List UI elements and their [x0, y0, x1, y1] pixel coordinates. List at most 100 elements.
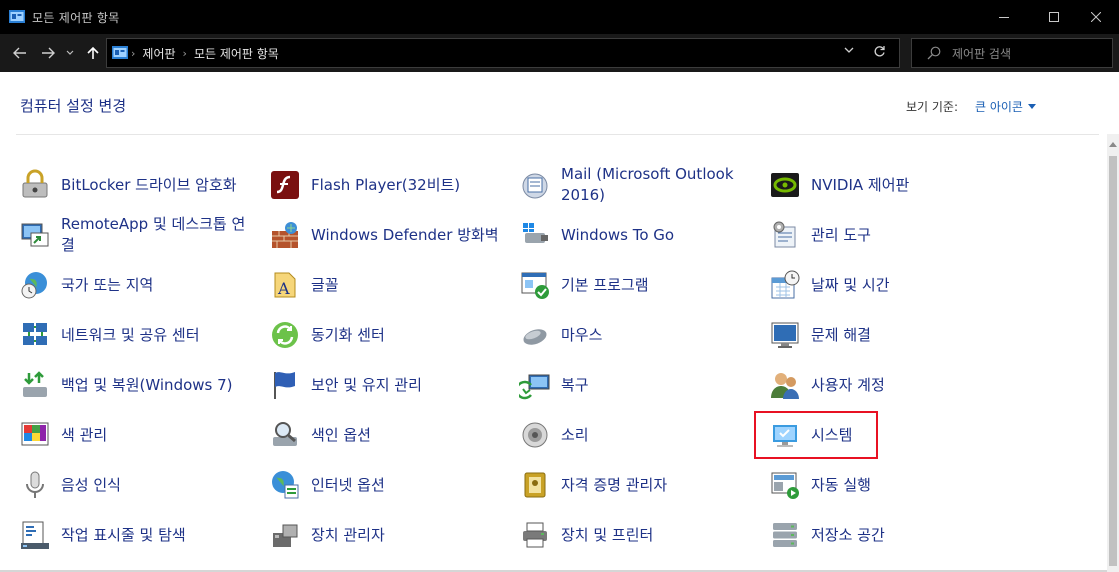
breadcrumb-all-items[interactable]: 모든 제어판 항목: [194, 45, 279, 62]
control-panel-item-user-accounts[interactable]: 사용자 계정: [768, 363, 1008, 407]
control-panel-item-label: 보안 및 유지 관리: [311, 375, 422, 394]
default-programs-icon: [518, 268, 552, 302]
up-button[interactable]: [82, 43, 104, 63]
device-manager-icon: [268, 518, 302, 552]
scroll-up-arrow-icon[interactable]: [1109, 142, 1117, 147]
control-panel-item-remoteapp[interactable]: RemoteApp 및 데스크톱 연결: [18, 213, 258, 257]
control-panel-item-firewall[interactable]: Windows Defender 방화벽: [268, 213, 508, 257]
control-panel-item-label: Windows Defender 방화벽: [311, 225, 499, 244]
control-panel-item-speech[interactable]: 음성 인식: [18, 463, 258, 507]
control-panel-item-bitlocker[interactable]: BitLocker 드라이브 암호화: [18, 163, 258, 207]
vertical-scrollbar[interactable]: [1107, 134, 1119, 572]
control-panel-item-mail[interactable]: Mail (Microsoft Outlook 2016): [518, 163, 758, 207]
control-panel-item-label: 저장소 공간: [811, 525, 885, 544]
control-panel-item-internet-options[interactable]: 인터넷 옵션: [268, 463, 508, 507]
caret-down-icon: [1027, 104, 1036, 109]
control-panel-item-label: BitLocker 드라이브 암호화: [61, 175, 237, 194]
address-bar[interactable]: › 제어판 › 모든 제어판 항목: [106, 38, 900, 68]
control-panel-item-label: 관리 도구: [811, 225, 871, 244]
control-panel-item-backup[interactable]: 백업 및 복원(Windows 7): [18, 363, 258, 407]
control-panel-item-autoplay[interactable]: 자동 실행: [768, 463, 1008, 507]
date-time-icon: [768, 268, 802, 302]
search-placeholder: 제어판 검색: [952, 47, 1012, 61]
control-panel-item-label: 자동 실행: [811, 475, 871, 494]
control-panel-item-taskbar[interactable]: 작업 표시줄 및 탐색: [18, 513, 258, 557]
mail-icon: [518, 168, 552, 202]
remoteapp-icon: [18, 218, 52, 252]
security-flag-icon: [268, 368, 302, 402]
control-panel-item-color-management[interactable]: 색 관리: [18, 413, 258, 457]
control-panel-item-windows-to-go[interactable]: Windows To Go: [518, 213, 758, 257]
control-panel-item-fonts[interactable]: A 글꼴: [268, 263, 508, 307]
internet-options-icon: [268, 468, 302, 502]
control-panel-item-label: NVIDIA 제어판: [811, 175, 910, 194]
up-arrow-icon: [87, 46, 99, 59]
control-panel-item-credential-manager[interactable]: 자격 증명 관리자: [518, 463, 758, 507]
control-panel-item-sync-center[interactable]: 동기화 센터: [268, 313, 508, 357]
sync-center-icon: [268, 318, 302, 352]
control-panel-item-label: 시스템: [811, 425, 853, 444]
refresh-icon[interactable]: [873, 45, 886, 58]
breadcrumb-control-panel[interactable]: 제어판: [142, 45, 175, 62]
forward-button[interactable]: [37, 43, 59, 63]
close-button[interactable]: [1073, 0, 1119, 34]
search-box[interactable]: 제어판 검색: [911, 38, 1113, 68]
printer-icon: [518, 518, 552, 552]
control-panel-item-flash-player[interactable]: Flash Player(32비트): [268, 163, 508, 207]
storage-spaces-icon: [768, 518, 802, 552]
bitlocker-icon: [18, 168, 52, 202]
control-panel-item-printer[interactable]: 장치 및 프린터: [518, 513, 758, 557]
control-panel-item-system[interactable]: 시스템: [768, 413, 1008, 457]
control-panel-item-label: 장치 관리자: [311, 525, 385, 544]
back-button[interactable]: [9, 43, 31, 63]
navigation-bar: › 제어판 › 모든 제어판 항목 제어판 검색: [0, 34, 1119, 72]
control-panel-item-indexing[interactable]: 색인 옵션: [268, 413, 508, 457]
control-panel-item-storage-spaces[interactable]: 저장소 공간: [768, 513, 1008, 557]
control-panel-item-nvidia[interactable]: NVIDIA 제어판: [768, 163, 1008, 207]
control-panel-item-security-flag[interactable]: 보안 및 유지 관리: [268, 363, 508, 407]
recent-locations-button[interactable]: [63, 43, 77, 63]
control-panel-item-recovery[interactable]: 복구: [518, 363, 758, 407]
control-panel-item-label: 복구: [561, 375, 589, 394]
control-panel-item-troubleshooting[interactable]: 문제 해결: [768, 313, 1008, 357]
control-panel-item-label: 사용자 계정: [811, 375, 885, 394]
control-panel-item-label: 글꼴: [311, 275, 339, 294]
title-bar: 모든 제어판 항목: [0, 0, 1119, 34]
system-icon: [768, 418, 802, 452]
control-panel-item-mouse[interactable]: 마우스: [518, 313, 758, 357]
backup-icon: [18, 368, 52, 402]
control-panel-item-region[interactable]: 국가 또는 지역: [18, 263, 258, 307]
control-panel-item-network[interactable]: 네트워크 및 공유 센터: [18, 313, 258, 357]
control-panel-item-label: 장치 및 프린터: [561, 525, 654, 544]
nvidia-icon: [768, 168, 802, 202]
address-dropdown-icon[interactable]: [844, 47, 854, 54]
maximize-icon: [1049, 12, 1059, 22]
control-panel-item-default-programs[interactable]: 기본 프로그램: [518, 263, 758, 307]
maximize-button[interactable]: [1031, 0, 1077, 34]
content-pane: 컴퓨터 설정 변경 보기 기준: 큰 아이콘 BitLocker 드라이브 암호…: [0, 72, 1107, 572]
control-panel-item-label: RemoteApp 및 데스크톱 연결: [61, 215, 246, 254]
header-divider: [16, 134, 1099, 135]
control-panel-item-admin-tools[interactable]: 관리 도구: [768, 213, 1008, 257]
view-by-label: 보기 기준:: [906, 100, 959, 114]
control-panel-item-date-time[interactable]: 날짜 및 시간: [768, 263, 1008, 307]
control-panel-item-label: 소리: [561, 425, 589, 444]
control-panel-item-label: 인터넷 옵션: [311, 475, 385, 494]
color-management-icon: [18, 418, 52, 452]
control-panel-item-label: 마우스: [561, 325, 603, 344]
minimize-button[interactable]: [981, 0, 1027, 34]
control-panel-item-label: Flash Player(32비트): [311, 175, 461, 194]
network-icon: [18, 318, 52, 352]
control-panel-item-sound[interactable]: 소리: [518, 413, 758, 457]
sound-icon: [518, 418, 552, 452]
control-panel-item-label: 백업 및 복원(Windows 7): [61, 375, 233, 394]
recovery-icon: [518, 368, 552, 402]
admin-tools-icon: [768, 218, 802, 252]
breadcrumb-separator-icon[interactable]: ›: [131, 47, 135, 60]
control-panel-item-label: 색 관리: [61, 425, 108, 444]
control-panel-item-device-manager[interactable]: 장치 관리자: [268, 513, 508, 557]
view-by-dropdown[interactable]: 큰 아이콘: [975, 98, 1036, 115]
control-panel-item-label: 문제 해결: [811, 325, 871, 344]
breadcrumb-separator-icon[interactable]: ›: [183, 47, 187, 60]
scrollbar-thumb[interactable]: [1109, 156, 1117, 566]
